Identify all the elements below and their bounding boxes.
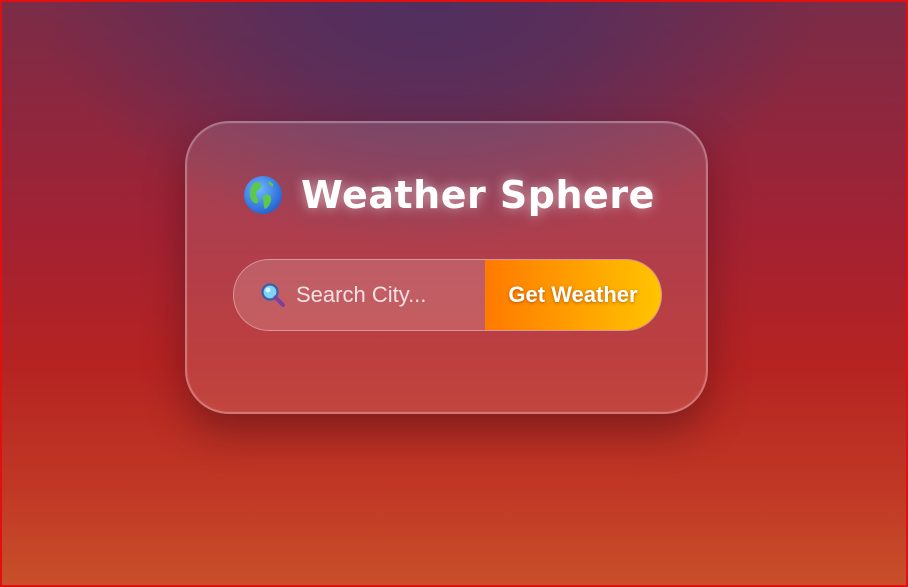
search-icon <box>260 282 286 308</box>
search-field[interactable] <box>234 260 485 330</box>
header: Weather Sphere <box>243 175 655 215</box>
get-weather-button[interactable]: Get Weather <box>485 260 661 330</box>
weather-card: Weather Sphere Get Weather <box>185 121 708 414</box>
app-title: Weather Sphere <box>301 173 655 217</box>
search-bar: Get Weather <box>233 259 662 331</box>
globe-icon <box>243 175 283 215</box>
search-input[interactable] <box>296 282 456 308</box>
